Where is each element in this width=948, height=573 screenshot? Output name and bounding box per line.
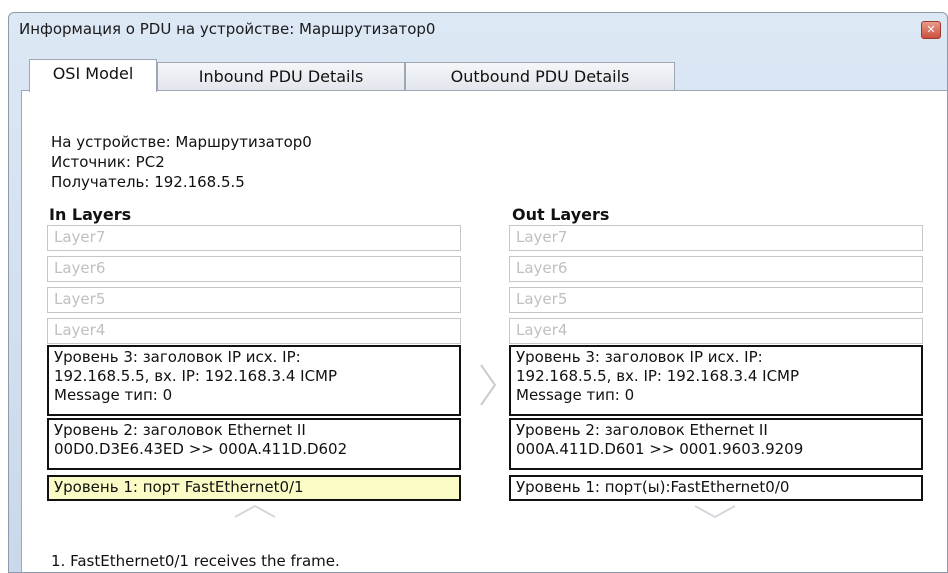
device-label: На устройстве: Маршрутизатор0 <box>51 133 312 151</box>
in-layer5[interactable]: Layer5 <box>47 287 461 313</box>
in-layer3[interactable]: Уровень 3: заголовок IP исх. IP: 192.168… <box>47 345 461 416</box>
arrow-right-icon <box>480 364 497 406</box>
in-layer3-line2: 192.168.5.5, вх. IP: 192.168.3.4 ICMP <box>54 367 338 385</box>
out-layer2[interactable]: Уровень 2: заголовок Ethernet II 000A.41… <box>509 418 923 470</box>
out-layer1[interactable]: Уровень 1: порт(ы):FastEthernet0/0 <box>509 475 923 501</box>
out-layer3-line2: 192.168.5.5, вх. IP: 192.168.3.4 ICMP <box>516 367 800 385</box>
out-layer7[interactable]: Layer7 <box>509 225 923 251</box>
out-layer5[interactable]: Layer5 <box>509 287 923 313</box>
in-layer6[interactable]: Layer6 <box>47 256 461 282</box>
source-label: Источник: PC2 <box>51 153 165 171</box>
step-up-icon[interactable] <box>233 503 277 519</box>
destination-label: Получатель: 192.168.5.5 <box>51 173 245 191</box>
in-layer4[interactable]: Layer4 <box>47 318 461 344</box>
out-layer3-line3: Message тип: 0 <box>516 386 635 404</box>
window-title: Информация о PDU на устройстве: Маршрути… <box>19 20 436 38</box>
out-layer2-line1: Уровень 2: заголовок Ethernet II <box>516 421 768 439</box>
tab-inbound-pdu-details[interactable]: Inbound PDU Details <box>157 62 405 90</box>
in-layer3-line3: Message тип: 0 <box>54 386 173 404</box>
pdu-info-window: Информация о PDU на устройстве: Маршрути… <box>8 12 948 573</box>
tab-outbound-pdu-details[interactable]: Outbound PDU Details <box>405 62 675 90</box>
tab-osi-model[interactable]: OSI Model <box>29 59 157 92</box>
in-layer1[interactable]: Уровень 1: порт FastEthernet0/1 <box>47 475 461 501</box>
in-layer2-line1: Уровень 2: заголовок Ethernet II <box>54 421 306 439</box>
out-layer4[interactable]: Layer4 <box>509 318 923 344</box>
in-layer3-line1: Уровень 3: заголовок IP исх. IP: <box>54 348 301 366</box>
title-bar[interactable]: Информация о PDU на устройстве: Маршрути… <box>9 13 947 47</box>
close-icon[interactable]: ✕ <box>921 21 941 39</box>
in-layer2-line2: 00D0.D3E6.43ED >> 000A.411D.D602 <box>54 440 348 458</box>
in-layer7[interactable]: Layer7 <box>47 225 461 251</box>
out-layer3[interactable]: Уровень 3: заголовок IP исх. IP: 192.168… <box>509 345 923 416</box>
step-down-icon[interactable] <box>693 503 737 519</box>
step-description: 1. FastEthernet0/1 receives the frame. <box>51 552 340 570</box>
out-layer3-line1: Уровень 3: заголовок IP исх. IP: <box>516 348 763 366</box>
in-layer2[interactable]: Уровень 2: заголовок Ethernet II 00D0.D3… <box>47 418 461 470</box>
out-layer6[interactable]: Layer6 <box>509 256 923 282</box>
in-layers-title: In Layers <box>49 205 132 224</box>
out-layers-title: Out Layers <box>512 205 610 224</box>
out-layer2-line2: 000A.411D.D601 >> 0001.9603.9209 <box>516 440 804 458</box>
